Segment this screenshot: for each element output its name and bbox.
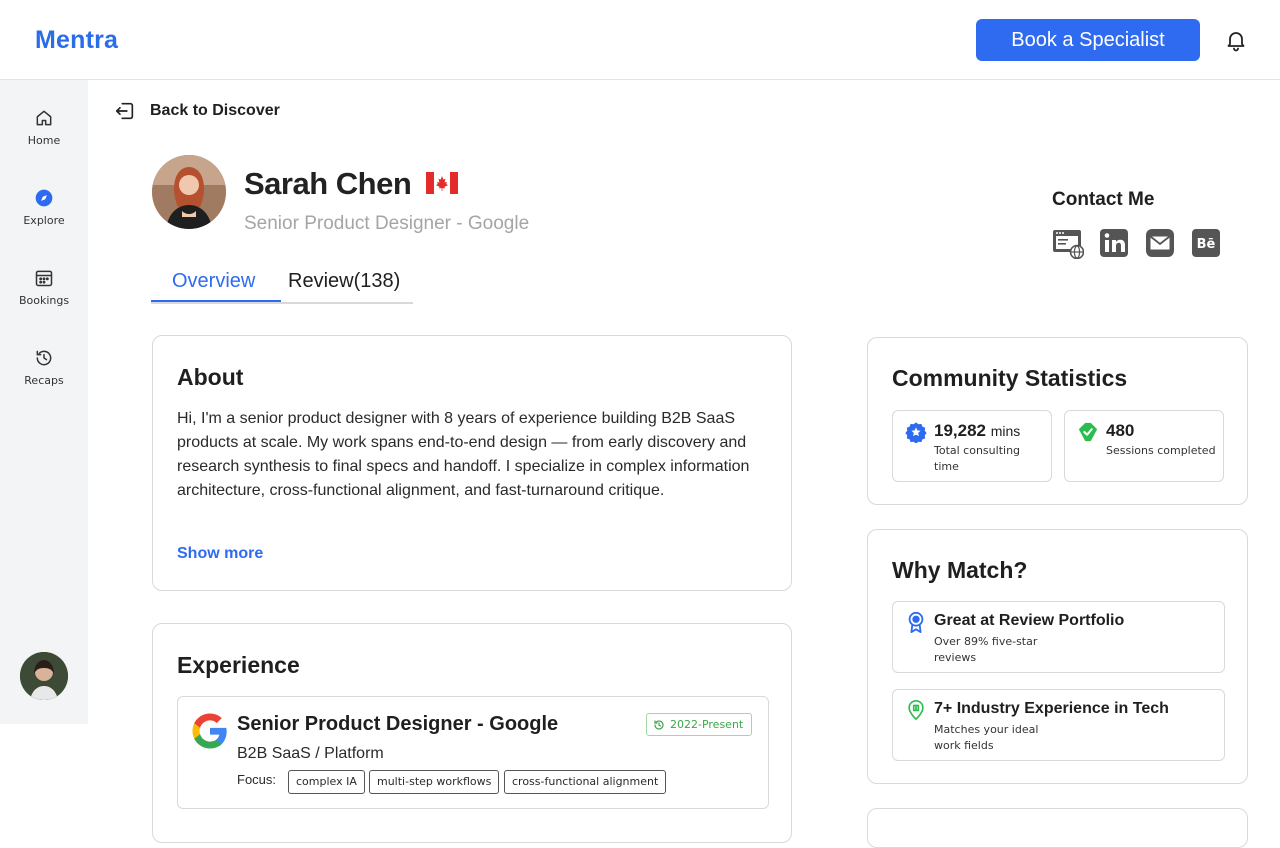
why-match-item: 7+ Industry Experience in Tech Matches y… [892,689,1225,761]
stats-title: Community Statistics [892,365,1128,391]
stat-label: Total consulting time [934,444,1021,473]
svg-text:Bē: Bē [1197,237,1216,252]
why-match-item-subtitle: Over 89% five-star reviews [934,635,1038,664]
why-match-item-title: Great at Review Portfolio [934,612,1125,629]
award-icon [908,611,924,633]
sidebar-item-label: Explore [23,214,65,227]
contact-title: Contact Me [1052,189,1155,210]
profile-role: Senior Product Designer - Google [244,213,530,234]
why-match-item: Great at Review Portfolio Over 89% five-… [892,601,1225,673]
next-card [867,808,1248,848]
why-match-title: Why Match? [892,557,1028,583]
focus-tag: multi-step workflows [369,770,500,794]
stat-value: 19,282 mins [934,421,1021,440]
sidebar-item-recaps[interactable]: Recaps [0,348,88,408]
show-more-link[interactable]: Show more [177,545,263,563]
location-pin-icon [908,700,924,720]
canada-flag-icon [426,172,458,194]
compass-icon [35,189,53,207]
experience-title: Experience [177,652,300,678]
about-text: Hi, I'm a senior product designer with 8… [177,410,750,499]
community-statistics-card: Community Statistics 19,282 mins Total c… [867,337,1248,505]
tag-icon [1078,422,1098,442]
email-icon[interactable] [1144,227,1176,259]
experience-item-subtitle: B2B SaaS / Platform [237,745,384,762]
tab-overview[interactable]: Overview [172,270,255,293]
website-icon[interactable] [1052,227,1084,259]
profile-name: Sarah Chen [244,166,412,201]
back-arrow-icon [115,102,134,120]
why-match-card: Why Match? Great at Review Portfolio Ove… [867,529,1248,784]
stat-value: 480 [1106,421,1135,440]
linkedin-icon[interactable] [1098,227,1130,259]
calendar-icon [35,270,53,287]
why-match-item-subtitle: Matches your ideal work fields [934,723,1039,752]
experience-card: Experience Senior Product Designer - Goo… [152,623,792,843]
user-avatar[interactable] [20,652,68,700]
why-match-item-title: 7+ Industry Experience in Tech [934,700,1169,717]
profile-tabs: Overview Review(138) [151,266,413,304]
badge-star-icon [905,422,927,443]
sidebar-item-home[interactable]: Home [0,108,88,168]
contact-icons: Bē [1052,227,1222,259]
focus-tag: complex IA [288,770,365,794]
stat-label: Sessions completed [1106,444,1216,457]
experience-item-title: Senior Product Designer - Google [237,713,559,735]
stat-unit: mins [990,423,1021,439]
history-icon [654,719,664,730]
sidebar-item-explore[interactable]: Explore [0,188,88,248]
focus-label: Focus: [237,772,277,787]
date-badge: 2022-Present [646,713,753,736]
sidebar-item-label: Home [27,134,61,147]
back-label: Back to Discover [150,102,280,119]
sidebar-item-label: Bookings [18,294,70,307]
about-card: About Hi, I'm a senior product designer … [152,335,792,591]
experience-item: Senior Product Designer - Google 2022-Pr… [177,696,769,809]
focus-tag: cross-functional alignment [504,770,667,794]
back-link[interactable]: Back to Discover [114,100,280,122]
stat-consulting-time: 19,282 mins Total consulting time [892,410,1052,482]
stat-sessions: 480 Sessions completed [1064,410,1224,482]
tab-review[interactable]: Review(138) [288,270,400,293]
sidebar-item-bookings[interactable]: Bookings [0,268,88,328]
sidebar-item-label: Recaps [24,374,64,387]
profile-avatar [152,155,226,229]
bell-icon[interactable] [1224,28,1248,52]
sidebar: Home Explore Bookings Recaps [0,80,88,724]
history-icon [36,350,52,366]
book-specialist-button[interactable]: Book a Specialist [976,19,1200,61]
behance-icon[interactable]: Bē [1190,227,1222,259]
home-icon [36,110,52,126]
active-tab-indicator [151,300,281,302]
about-title: About [177,364,244,390]
google-logo-icon [192,713,227,749]
top-bar: Mentra Book a Specialist [0,0,1280,80]
date-badge-label: 2022-Present [670,718,744,731]
app-logo[interactable]: Mentra [35,26,118,55]
